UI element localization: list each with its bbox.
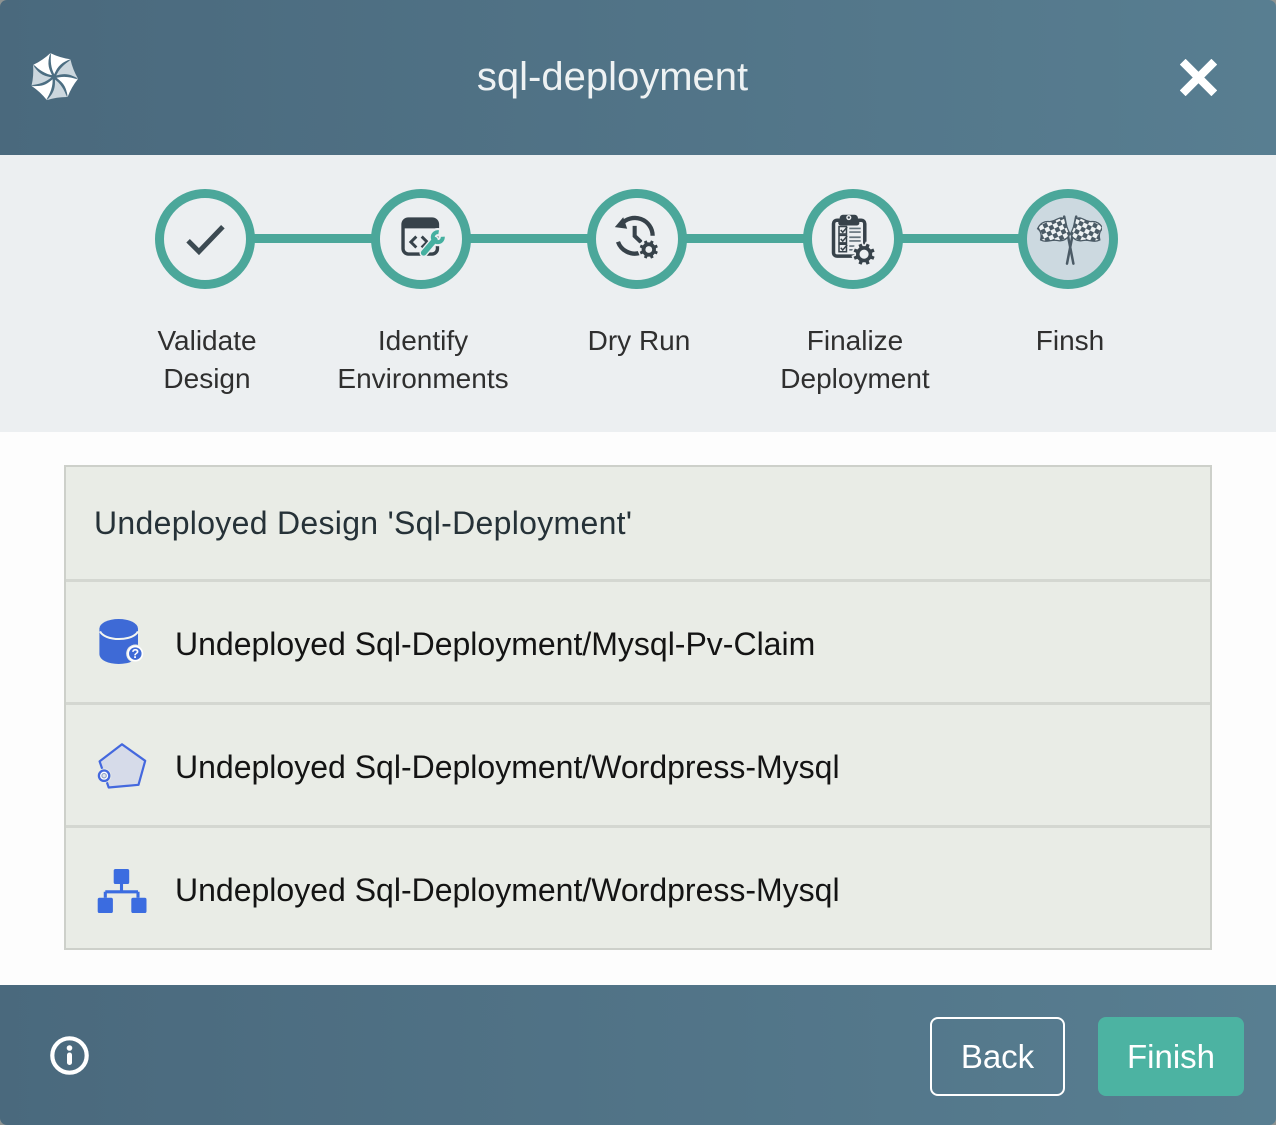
svg-text:?: ? (131, 647, 139, 661)
